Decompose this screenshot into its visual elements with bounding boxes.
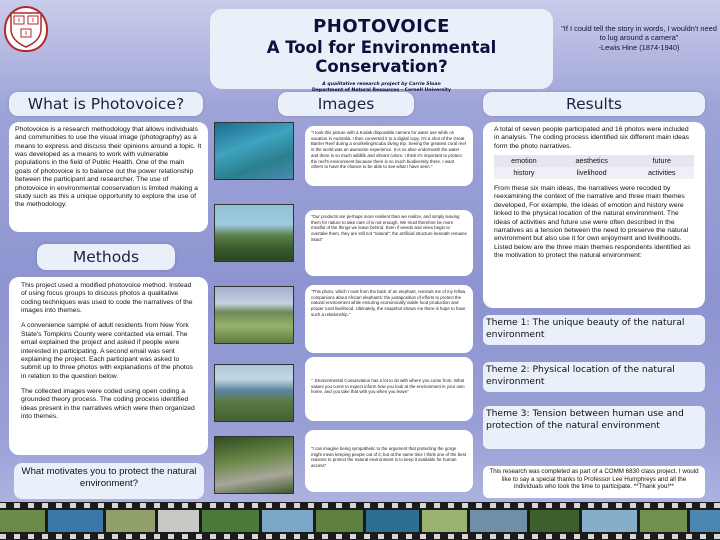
theme-3: Theme 3: Tension between human use and p… <box>483 406 705 449</box>
results-panel: A total of seven people participated and… <box>483 122 705 308</box>
table-cell: livelihood <box>553 167 630 180</box>
film-perforations <box>0 503 720 508</box>
photo-caption: "I took this picture with a Kodak dispos… <box>305 126 473 186</box>
results-intro: A total of seven people participated and… <box>494 126 690 150</box>
what-body: Photovoice is a research methodology tha… <box>15 126 202 209</box>
quote-author: -Lewis Hine (1874-1940) <box>598 42 680 52</box>
photo-caption: ". Environmental Conservation has a lot … <box>305 357 473 421</box>
shield-icon <box>10 12 42 48</box>
film-frame <box>48 510 106 532</box>
film-frame <box>0 510 48 532</box>
film-frame <box>262 510 316 532</box>
methods-paragraph: This project used a modified photovoice … <box>21 282 193 315</box>
photo-caption: "I can imagine being sympathetic to the … <box>305 430 473 492</box>
film-frame <box>640 510 690 532</box>
research-question: What motivates you to protect the natura… <box>14 463 204 499</box>
methods-paragraph: A convenience sample of adult residents … <box>21 322 193 380</box>
section-heading-images: Images <box>278 92 414 116</box>
epigraph-quote: "If I could tell the story in words, I w… <box>560 24 718 52</box>
table-cell: history <box>494 167 554 180</box>
acknowledgement: This research was completed as part of a… <box>483 466 705 498</box>
film-frame <box>582 510 640 532</box>
table-cell: activities <box>629 167 694 180</box>
methods-panel: This project used a modified photovoice … <box>9 277 208 455</box>
university-seal <box>4 6 48 52</box>
film-frame <box>690 510 720 532</box>
film-frame <box>158 510 202 532</box>
photo-caption: "This photo, which I took from the back … <box>305 285 473 353</box>
film-perforations <box>0 534 720 539</box>
table-row: emotion aesthetics future <box>494 155 694 168</box>
section-heading-what: What is Photovoice? <box>9 92 203 116</box>
film-frame <box>202 510 262 532</box>
film-frame <box>530 510 582 532</box>
film-frame <box>106 510 158 532</box>
results-body: From these six main ideas, the narrative… <box>494 185 691 259</box>
theme-2: Theme 2: Physical location of the natura… <box>483 362 705 392</box>
table-row: history livelihood activities <box>494 167 694 180</box>
poster-subtitle: A Tool for Environmental Conservation? <box>266 38 497 76</box>
poster-title-box: PHOTOVOICE A Tool for Environmental Cons… <box>210 9 553 93</box>
photo-elephants <box>214 286 294 344</box>
photo-forest-sign <box>214 436 294 494</box>
film-frame <box>470 510 530 532</box>
poster-title: PHOTOVOICE <box>313 16 450 37</box>
section-heading-methods: Methods <box>37 244 175 270</box>
theme-1: Theme 1: The unique beauty of the natura… <box>483 315 705 345</box>
film-frame <box>316 510 366 532</box>
film-frame <box>366 510 422 532</box>
what-is-photovoice-panel: Photovoice is a research methodology tha… <box>9 122 208 232</box>
film-frame <box>422 510 470 532</box>
table-cell: emotion <box>494 155 554 168</box>
film-frames <box>0 510 720 532</box>
photo-coral-reef <box>214 122 294 180</box>
photo-coastline <box>214 364 294 422</box>
quote-text: "If I could tell the story in words, I w… <box>561 24 717 43</box>
photo-pond <box>214 204 294 262</box>
table-cell: future <box>629 155 694 168</box>
main-ideas-table: emotion aesthetics future history liveli… <box>494 155 694 180</box>
photo-caption: "Our products are perhaps more resilient… <box>305 210 473 276</box>
section-heading-results: Results <box>483 92 705 116</box>
table-cell: aesthetics <box>553 155 630 168</box>
methods-paragraph: The collected images were coded using op… <box>21 387 195 421</box>
author-line: A qualitative research project by Carrie… <box>322 82 441 87</box>
film-strip-decoration <box>0 502 720 540</box>
